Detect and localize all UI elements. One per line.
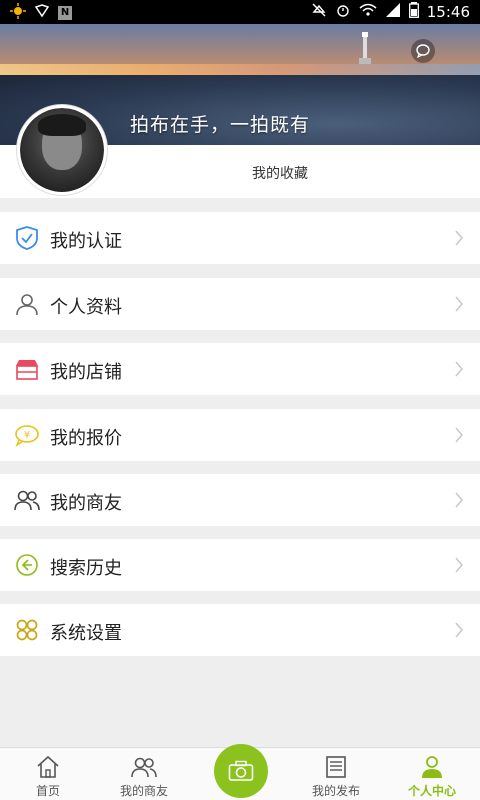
document-icon <box>326 756 346 778</box>
nav-tab-my-posts[interactable]: 我的发布 <box>288 754 384 799</box>
nav-tab-business-friends[interactable]: 我的商友 <box>96 754 192 799</box>
nav-label: 我的商友 <box>119 784 168 798</box>
nav-label: 我的发布 <box>311 784 360 798</box>
menu-item-store[interactable]: 我的店铺 <box>0 343 480 395</box>
nav-label: 首页 <box>35 784 60 798</box>
menu-item-business-friends[interactable]: 我的商友 <box>0 474 480 526</box>
menu-item-label: 系统设置 <box>50 623 122 644</box>
chevron-right-icon <box>455 361 463 377</box>
chevron-right-icon <box>455 557 463 573</box>
alarm-icon <box>335 2 351 22</box>
silent-icon <box>311 2 327 22</box>
chevron-right-icon <box>455 622 463 638</box>
menu-item-profile[interactable]: 个人资料 <box>0 278 480 330</box>
menu-item-quotes[interactable]: ¥ 我的报价 <box>0 409 480 461</box>
yuan-bubble-icon: ¥ <box>15 425 39 447</box>
svg-text:¥: ¥ <box>24 430 30 441</box>
menu-item-label: 我的认证 <box>50 231 122 252</box>
friends-icon <box>131 757 157 778</box>
store-icon <box>16 360 38 380</box>
wifi-icon <box>359 2 377 22</box>
camera-icon <box>228 760 254 781</box>
shield-notification-icon <box>34 3 50 23</box>
friends-icon <box>14 490 40 511</box>
bottom-nav: 首页 我的商友 我的发布 个人中心 <box>0 744 480 800</box>
chevron-right-icon <box>455 230 463 246</box>
battery-icon <box>408 2 419 22</box>
menu-item-label: 我的商友 <box>50 493 122 514</box>
menu-item-label: 我的店铺 <box>50 362 122 383</box>
chevron-right-icon <box>455 427 463 443</box>
camera-button[interactable] <box>214 744 268 798</box>
chat-bubble-icon <box>416 44 430 59</box>
nav-label: 个人中心 <box>407 784 456 798</box>
chevron-right-icon <box>455 492 463 508</box>
banner-slogan: 拍布在手，一拍既有 <box>130 114 311 136</box>
chevron-right-icon <box>455 296 463 312</box>
notification-badge: N <box>58 6 72 20</box>
status-bar: N 15:46 <box>0 0 480 24</box>
weather-icon <box>10 3 26 23</box>
menu-item-certification[interactable]: 我的认证 <box>0 212 480 264</box>
message-button[interactable] <box>411 39 435 63</box>
home-icon <box>37 755 59 778</box>
signal-icon <box>385 2 401 22</box>
favorites-link[interactable]: 我的收藏 <box>252 163 308 183</box>
menu-item-label: 搜索历史 <box>50 558 122 579</box>
avatar[interactable] <box>17 105 107 195</box>
nav-tab-personal-center[interactable]: 个人中心 <box>384 754 480 799</box>
nav-tab-home[interactable]: 首页 <box>0 754 96 799</box>
history-back-icon <box>16 554 38 576</box>
menu-item-search-history[interactable]: 搜索历史 <box>0 539 480 591</box>
person-icon <box>16 294 38 316</box>
menu-item-label: 个人资料 <box>50 297 122 318</box>
shield-check-icon <box>16 226 38 250</box>
person-icon <box>422 756 442 778</box>
lighthouse-image <box>359 32 371 64</box>
menu-item-label: 我的报价 <box>50 428 122 449</box>
clock: 15:46 <box>426 3 470 21</box>
settings-grid-icon <box>16 619 38 641</box>
menu-item-settings[interactable]: 系统设置 <box>0 604 480 656</box>
